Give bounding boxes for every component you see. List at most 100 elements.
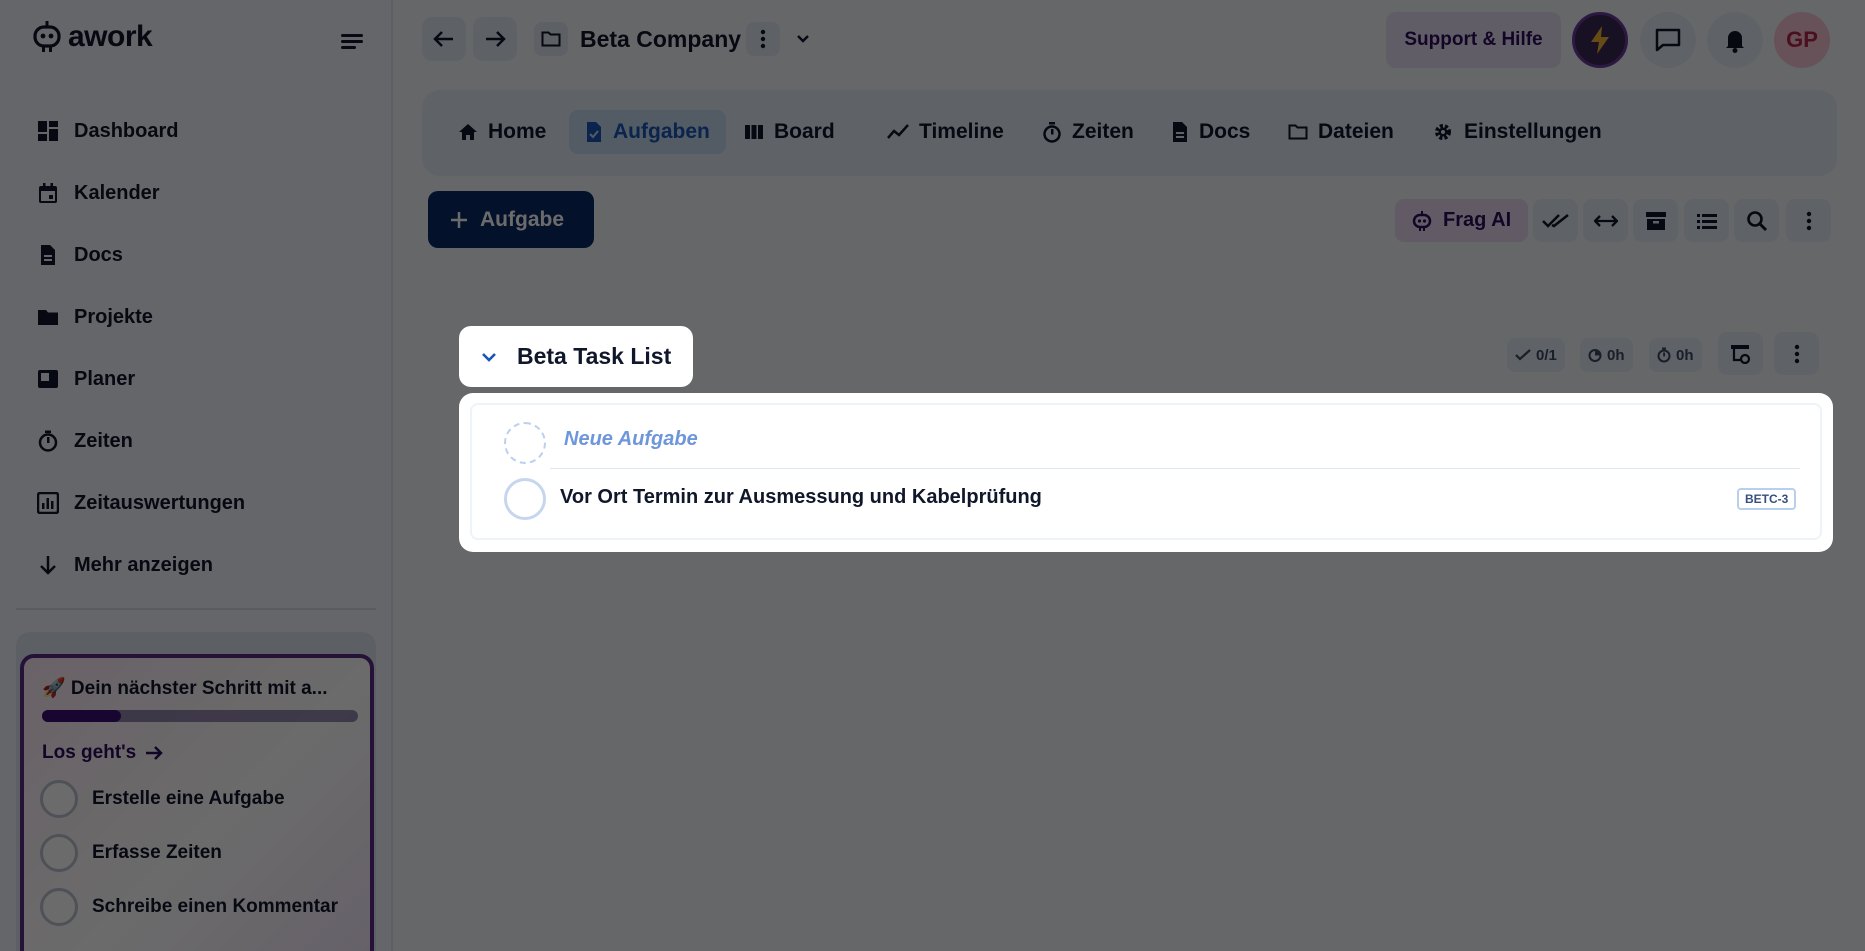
tab-label: Aufgaben bbox=[613, 120, 710, 143]
onboarding-step[interactable]: Erstelle eine Aufgabe bbox=[40, 780, 285, 818]
step-label: Erstelle eine Aufgabe bbox=[92, 788, 285, 809]
ask-ai-button[interactable]: Frag AI bbox=[1395, 199, 1528, 242]
folder-outline-icon bbox=[541, 31, 561, 47]
kebab-icon bbox=[1794, 344, 1799, 363]
ask-ai-label: Frag AI bbox=[1443, 209, 1512, 231]
search-icon bbox=[1746, 210, 1767, 231]
tab-label: Board bbox=[774, 120, 835, 143]
new-task-checkbox bbox=[504, 422, 546, 464]
tab-home[interactable]: Home bbox=[442, 110, 562, 154]
sidebar-divider bbox=[16, 608, 376, 610]
project-switch-dropdown[interactable] bbox=[792, 28, 814, 50]
search-button[interactable] bbox=[1734, 199, 1779, 242]
home-icon bbox=[459, 124, 477, 140]
collapse-sidebar-button[interactable] bbox=[338, 28, 368, 54]
sidebar-item-more[interactable]: Mehr anzeigen bbox=[36, 534, 366, 596]
new-task-input[interactable] bbox=[564, 428, 1164, 451]
sidebar: awork Dashboard Kalender Docs Projekte P… bbox=[0, 0, 393, 951]
tab-board[interactable]: Board bbox=[728, 110, 851, 154]
tab-dateien[interactable]: Dateien bbox=[1272, 110, 1410, 154]
plus-icon bbox=[451, 211, 467, 228]
menu-lines-icon bbox=[341, 34, 363, 49]
sidebar-item-label: Docs bbox=[74, 243, 123, 266]
tab-einstellungen[interactable]: Einstellungen bbox=[1416, 110, 1618, 154]
timer-icon bbox=[36, 429, 60, 453]
step-checkbox[interactable] bbox=[40, 888, 78, 926]
onboarding-step[interactable]: Schreibe einen Kommentar bbox=[40, 888, 338, 926]
tab-aufgaben[interactable]: Aufgaben bbox=[569, 110, 726, 154]
notifications-button[interactable] bbox=[1707, 12, 1763, 68]
support-button[interactable]: Support & Hilfe bbox=[1386, 12, 1561, 68]
kebab-icon bbox=[760, 29, 766, 49]
planned-time-icon bbox=[1588, 349, 1602, 362]
project-menu-button[interactable] bbox=[746, 22, 780, 56]
onboarding-card: 🚀 Dein nächster Schritt mit a... Los geh… bbox=[20, 654, 374, 951]
tab-label: Docs bbox=[1199, 120, 1251, 143]
sidebar-item-docs[interactable]: Docs bbox=[36, 224, 366, 286]
timeline-icon bbox=[887, 124, 909, 139]
sidebar-item-label: Kalender bbox=[74, 181, 160, 204]
done-count-badge: 0/1 bbox=[1507, 338, 1565, 372]
double-check-icon bbox=[1541, 213, 1569, 228]
expand-width-button[interactable] bbox=[1583, 199, 1628, 242]
sidebar-item-label: Projekte bbox=[74, 305, 153, 328]
list-more-button[interactable] bbox=[1774, 332, 1819, 375]
project-tabs: Home Aufgaben Board Timeline Zeiten Docs… bbox=[422, 90, 1837, 176]
workflow-icon bbox=[1730, 344, 1750, 364]
chat-button[interactable] bbox=[1640, 12, 1696, 68]
project-icon bbox=[534, 22, 568, 56]
tab-label: Dateien bbox=[1318, 120, 1394, 143]
timer-icon bbox=[1657, 347, 1671, 363]
list-view-button[interactable] bbox=[1684, 199, 1729, 242]
sidebar-item-kalender[interactable]: Kalender bbox=[36, 162, 366, 224]
step-checkbox[interactable] bbox=[40, 780, 78, 818]
task-key-badge: BETC-3 bbox=[1737, 488, 1797, 510]
task-title[interactable]: Vor Ort Termin zur Ausmessung und Kabelp… bbox=[560, 486, 1042, 509]
tab-docs[interactable]: Docs bbox=[1155, 110, 1266, 154]
chevron-down-icon bbox=[797, 35, 809, 43]
dashboard-icon bbox=[36, 119, 60, 143]
planned-time-badge: 0h bbox=[1580, 338, 1633, 372]
user-avatar[interactable]: GP bbox=[1774, 12, 1830, 68]
sidebar-item-zeiten[interactable]: Zeiten bbox=[36, 410, 366, 472]
lightning-icon bbox=[1591, 26, 1609, 54]
tab-timeline[interactable]: Timeline bbox=[871, 110, 1020, 154]
app-logo[interactable]: awork bbox=[32, 20, 153, 54]
quick-actions-button[interactable] bbox=[1572, 12, 1628, 68]
onboarding-step[interactable]: Erfasse Zeiten bbox=[40, 834, 222, 872]
sidebar-item-dashboard[interactable]: Dashboard bbox=[36, 100, 366, 162]
tab-label: Timeline bbox=[919, 120, 1004, 143]
onboarding-link-label: Los geht's bbox=[42, 742, 137, 763]
task-list-title: Beta Task List bbox=[517, 343, 672, 369]
forward-button[interactable] bbox=[473, 17, 517, 61]
tab-label: Home bbox=[488, 120, 547, 143]
ai-robot-icon bbox=[1412, 210, 1432, 231]
step-checkbox[interactable] bbox=[40, 834, 78, 872]
calendar-icon bbox=[36, 181, 60, 205]
task-list-body bbox=[470, 403, 1822, 540]
show-completed-button[interactable] bbox=[1533, 199, 1578, 242]
list-automation-button[interactable] bbox=[1718, 332, 1763, 375]
doc-icon bbox=[1173, 122, 1187, 142]
task-list-header[interactable]: Beta Task List bbox=[459, 326, 693, 387]
done-count: 0/1 bbox=[1536, 346, 1557, 364]
archive-icon bbox=[1645, 211, 1666, 230]
board-icon bbox=[745, 125, 763, 139]
chat-icon bbox=[1655, 28, 1681, 52]
tab-label: Einstellungen bbox=[1464, 120, 1602, 143]
sidebar-item-planer[interactable]: Planer bbox=[36, 348, 366, 410]
add-task-button[interactable]: Aufgabe bbox=[428, 191, 594, 248]
row-divider bbox=[550, 468, 1800, 469]
task-complete-checkbox[interactable] bbox=[504, 478, 546, 520]
onboarding-start-link[interactable]: Los geht's bbox=[42, 742, 164, 764]
planner-icon bbox=[36, 367, 60, 391]
sidebar-item-zeitauswertungen[interactable]: Zeitauswertungen bbox=[36, 472, 366, 534]
folder-outline-icon bbox=[1288, 124, 1308, 140]
back-button[interactable] bbox=[422, 17, 466, 61]
sidebar-item-projekte[interactable]: Projekte bbox=[36, 286, 366, 348]
awork-logo-icon bbox=[33, 21, 61, 52]
archive-button[interactable] bbox=[1633, 199, 1678, 242]
timer-icon bbox=[1043, 122, 1061, 143]
more-options-button[interactable] bbox=[1786, 199, 1831, 242]
tab-zeiten[interactable]: Zeiten bbox=[1026, 110, 1150, 154]
